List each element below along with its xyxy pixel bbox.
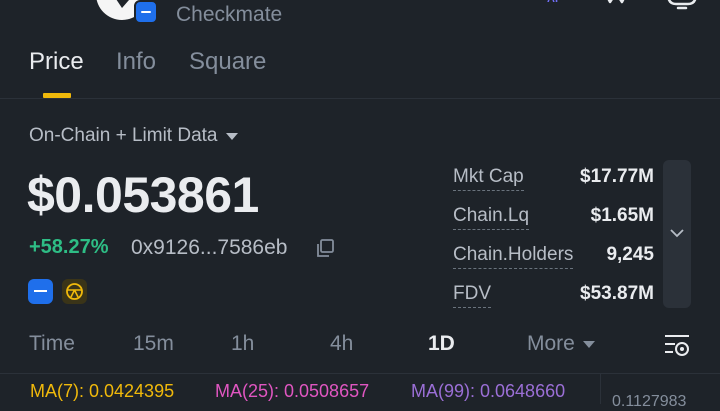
star-icon[interactable] <box>601 0 631 12</box>
stat-value-mkt-cap: $17.77M <box>580 166 654 187</box>
caret-down-icon <box>225 132 238 140</box>
price-change: +58.27% <box>29 236 109 258</box>
timeframe-1h[interactable]: 1h <box>231 332 254 356</box>
tab-price[interactable]: Price <box>29 48 84 76</box>
data-source-label: On-Chain + Limit Data <box>29 125 218 146</box>
verified-badge <box>134 0 158 24</box>
tab-square[interactable]: Square <box>189 48 266 76</box>
stat-label-mkt-cap[interactable]: Mkt Cap <box>453 166 524 191</box>
ma99-indicator: MA(99): 0.0648660 <box>411 381 566 401</box>
copy-icon[interactable] <box>315 238 335 258</box>
data-source-dropdown[interactable]: On-Chain + Limit Data <box>29 125 238 147</box>
caret-down-icon <box>582 340 595 348</box>
timeframe-15m[interactable]: 15m <box>133 332 174 356</box>
stat-value-fdv: $53.87M <box>580 283 654 304</box>
price-scale-label: 0.1127983 <box>612 393 687 410</box>
chevron-down-icon[interactable] <box>668 226 686 240</box>
ma7-indicator: MA(7): 0.0424395 <box>30 381 175 401</box>
chart-settings-icon[interactable] <box>663 332 691 358</box>
chain-badge[interactable] <box>28 279 53 304</box>
timeframe-more-label: More <box>527 332 575 355</box>
stat-label-chain-holders[interactable]: Chain.Holders <box>453 244 574 269</box>
stat-value-chain-holders: 9,245 <box>606 244 654 265</box>
price-scale-divider <box>600 374 601 404</box>
stat-label-fdv[interactable]: FDV <box>453 283 491 308</box>
audit-badge[interactable] <box>62 279 87 304</box>
token-name: Checkmate <box>176 3 283 26</box>
timeframe-4h[interactable]: 4h <box>330 332 353 356</box>
timeframe-more[interactable]: More <box>527 332 595 356</box>
token-price: $0.053861 <box>27 167 259 223</box>
stat-value-chain-lq: $1.65M <box>590 205 654 226</box>
divider <box>0 373 720 374</box>
tab-divider <box>0 98 720 99</box>
contract-address[interactable]: 0x9126...7586eb <box>131 236 287 260</box>
timeframe-1d[interactable]: 1D <box>428 332 455 356</box>
ma25-indicator: MA(25): 0.0508657 <box>215 381 370 401</box>
svg-text:AI: AI <box>547 0 558 5</box>
stat-label-chain-lq[interactable]: Chain.Lq <box>453 205 530 230</box>
ai-icon[interactable]: AI <box>545 0 567 8</box>
tab-info[interactable]: Info <box>116 48 156 76</box>
notification-icon[interactable] <box>664 0 700 12</box>
timeframe-time[interactable]: Time <box>29 332 75 356</box>
back-icon[interactable] <box>30 0 48 4</box>
